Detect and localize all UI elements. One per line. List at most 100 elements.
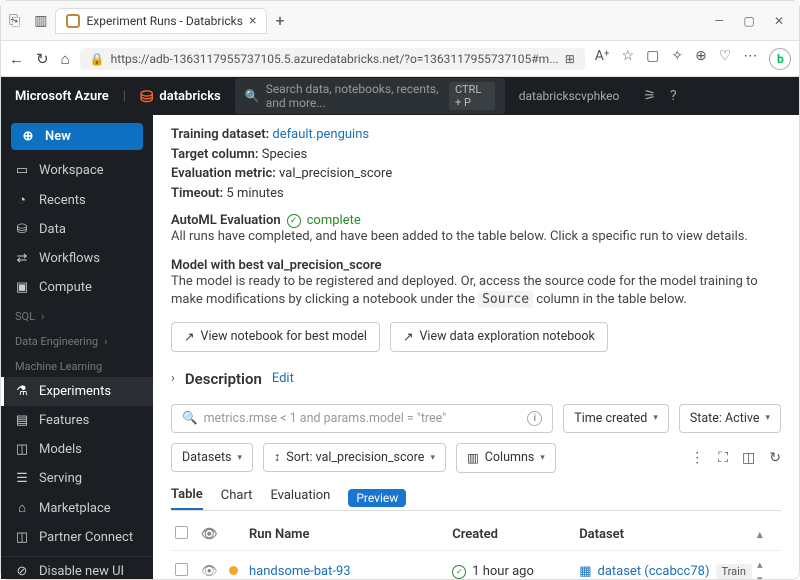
columns-dropdown[interactable]: ▥Columns▾	[456, 443, 556, 473]
sidebar-item-experiments[interactable]: ⚗Experiments	[1, 377, 153, 406]
dataset-link[interactable]: dataset (ccabcc78)	[598, 564, 710, 579]
target-column-label: Target column:	[171, 147, 259, 162]
new-button[interactable]: ⊕ New	[11, 123, 143, 150]
gift-icon[interactable]: ⚞	[643, 88, 656, 104]
profile-icon[interactable]: ⊕	[695, 48, 707, 70]
menu-icon[interactable]: ⋯	[743, 48, 757, 70]
open-icon: ↗	[184, 329, 194, 345]
sidebar-item-data[interactable]: ⛁Data	[1, 215, 153, 244]
help-icon[interactable]: ?	[670, 88, 677, 104]
close-tab-icon[interactable]: ×	[249, 13, 256, 29]
databricks-logo[interactable]: ⛁ databricks	[140, 87, 221, 106]
sidebar-item-workflows[interactable]: ⇄Workflows	[1, 244, 153, 273]
workspace-name[interactable]: databrickscvphkeo	[519, 89, 620, 103]
view-best-notebook-button[interactable]: ↗View notebook for best model	[171, 322, 380, 352]
back-icon[interactable]: ←	[9, 50, 24, 68]
eval-metric-value: val_precision_score	[279, 166, 392, 181]
section-sql[interactable]: SQL›	[1, 302, 153, 327]
state-dropdown[interactable]: State: Active▾	[679, 404, 781, 433]
search-placeholder: Search data, notebooks, recents, and mor…	[266, 82, 443, 110]
extensions-icon[interactable]: ✧	[671, 48, 683, 70]
edit-description-link[interactable]: Edit	[272, 371, 294, 386]
tab-chart[interactable]: Chart	[221, 488, 253, 509]
target-column-value: Species	[262, 147, 307, 162]
timeout-label: Timeout:	[171, 186, 223, 201]
maximize-icon[interactable]: ▢	[743, 15, 755, 27]
plus-icon: ⊕	[21, 129, 35, 144]
tab-evaluation[interactable]: Evaluation	[270, 488, 330, 509]
eye-icon[interactable]: 👁	[201, 564, 218, 579]
disable-new-ui[interactable]: ⊘Disable new UI	[1, 557, 153, 579]
sidebar-item-compute[interactable]: ▣Compute	[1, 273, 153, 302]
sidebar-item-partner[interactable]: ◫Partner Connect	[1, 523, 153, 552]
sidebar-item-recents[interactable]: ◔Recents	[1, 185, 153, 215]
check-icon: ✓	[287, 214, 301, 228]
info-icon[interactable]: i	[527, 411, 542, 426]
lock-icon: 🔒	[90, 52, 105, 66]
platform-label: Microsoft Azure	[15, 89, 109, 104]
preview-tag[interactable]: Preview	[348, 489, 406, 507]
panel-icon[interactable]: ◫	[742, 450, 755, 466]
tab-table[interactable]: Table	[171, 487, 203, 510]
section-data-eng[interactable]: Data Engineering›	[1, 327, 153, 352]
columns-icon: ▥	[467, 450, 479, 466]
favorite-icon[interactable]: ☆	[622, 48, 635, 70]
partner-icon: ◫	[15, 530, 29, 545]
minimize-icon[interactable]: —	[713, 15, 725, 27]
bing-button[interactable]: b	[769, 48, 791, 70]
select-all-checkbox[interactable]	[175, 526, 188, 539]
training-dataset-label: Training dataset:	[171, 127, 269, 142]
workspaces-icon[interactable]: ⎘	[9, 13, 20, 29]
sidebar-item-workspace[interactable]: ▭Workspace	[1, 156, 153, 185]
filter-placeholder: metrics.rmse < 1 and params.model = "tre…	[204, 411, 447, 426]
browser-tab[interactable]: Experiment Runs - Databricks ×	[55, 8, 267, 34]
workflow-icon: ⇄	[15, 251, 29, 266]
sidebar-toggle-icon[interactable]: ▥	[34, 13, 47, 29]
best-model-title: Model with best val_precision_score	[171, 258, 781, 273]
close-window-icon[interactable]: ✕	[773, 15, 785, 27]
sidebar-item-serving[interactable]: ☰Serving	[1, 464, 153, 493]
home-icon[interactable]: ⌂	[61, 50, 70, 68]
eval-note: All runs have completed, and have been a…	[171, 228, 781, 246]
sidebar-item-models[interactable]: ◫Models	[1, 435, 153, 464]
chevron-right-icon[interactable]: ›	[171, 371, 175, 386]
shopping-icon[interactable]: ⊞	[565, 52, 575, 66]
row-checkbox[interactable]	[175, 563, 188, 576]
read-aloud-icon[interactable]: A⁺	[595, 48, 610, 70]
new-tab-button[interactable]: +	[275, 11, 284, 30]
refresh-icon[interactable]: ↻	[36, 50, 49, 68]
eye-icon[interactable]: 👁	[201, 527, 218, 542]
time-created-dropdown[interactable]: Time created▾	[563, 404, 669, 433]
global-search[interactable]: 🔍 Search data, notebooks, recents, and m…	[235, 78, 505, 114]
header-dataset[interactable]: Dataset	[579, 527, 757, 542]
datasets-dropdown[interactable]: Datasets▾	[171, 443, 253, 472]
run-name-link[interactable]: handsome-bat-93	[249, 564, 351, 579]
table-row[interactable]: 👁handsome-bat-93✓1 hour ago▦dataset (cca…	[171, 551, 781, 579]
wellness-icon[interactable]: ♡	[719, 48, 732, 70]
success-icon: ✓	[452, 565, 466, 579]
section-ml: Machine Learning	[1, 352, 153, 377]
serving-icon: ☰	[15, 471, 29, 486]
eval-metric-label: Evaluation metric:	[171, 166, 276, 181]
sort-dropdown[interactable]: ↕Sort: val_precision_score▾	[263, 443, 446, 472]
runs-table: 👁 Run Name Created Dataset ▴ 👁handsome-b…	[171, 519, 781, 579]
header-run-name[interactable]: Run Name	[249, 527, 452, 542]
address-bar[interactable]: 🔒 https://adb-1363117955737105.5.azureda…	[80, 48, 585, 70]
kebab-icon[interactable]: ⋮	[690, 450, 704, 466]
databricks-icon: ⛁	[140, 87, 153, 106]
timeout-value: 5 minutes	[226, 186, 283, 201]
view-exploration-notebook-button[interactable]: ↗View data exploration notebook	[390, 322, 608, 352]
filter-input[interactable]: 🔍 metrics.rmse < 1 and params.model = "t…	[171, 404, 553, 433]
fullscreen-icon[interactable]: ⛶	[718, 450, 728, 466]
sidebar-item-marketplace[interactable]: ⌂Marketplace	[1, 493, 153, 523]
sidebar: ⊕ New ▭Workspace ◔Recents ⛁Data ⇄Workflo…	[1, 115, 153, 579]
clock-icon: ◔	[15, 192, 29, 208]
flask-icon: ⚗	[15, 384, 29, 399]
collections-icon[interactable]: ▢	[646, 48, 659, 70]
open-icon: ↗	[403, 329, 413, 345]
refresh-runs-icon[interactable]: ↻	[769, 450, 781, 466]
header-created[interactable]: Created	[452, 527, 579, 542]
search-icon: 🔍	[182, 411, 198, 426]
sidebar-item-features[interactable]: ▤Features	[1, 406, 153, 435]
training-dataset-link[interactable]: default.penguins	[272, 127, 369, 142]
